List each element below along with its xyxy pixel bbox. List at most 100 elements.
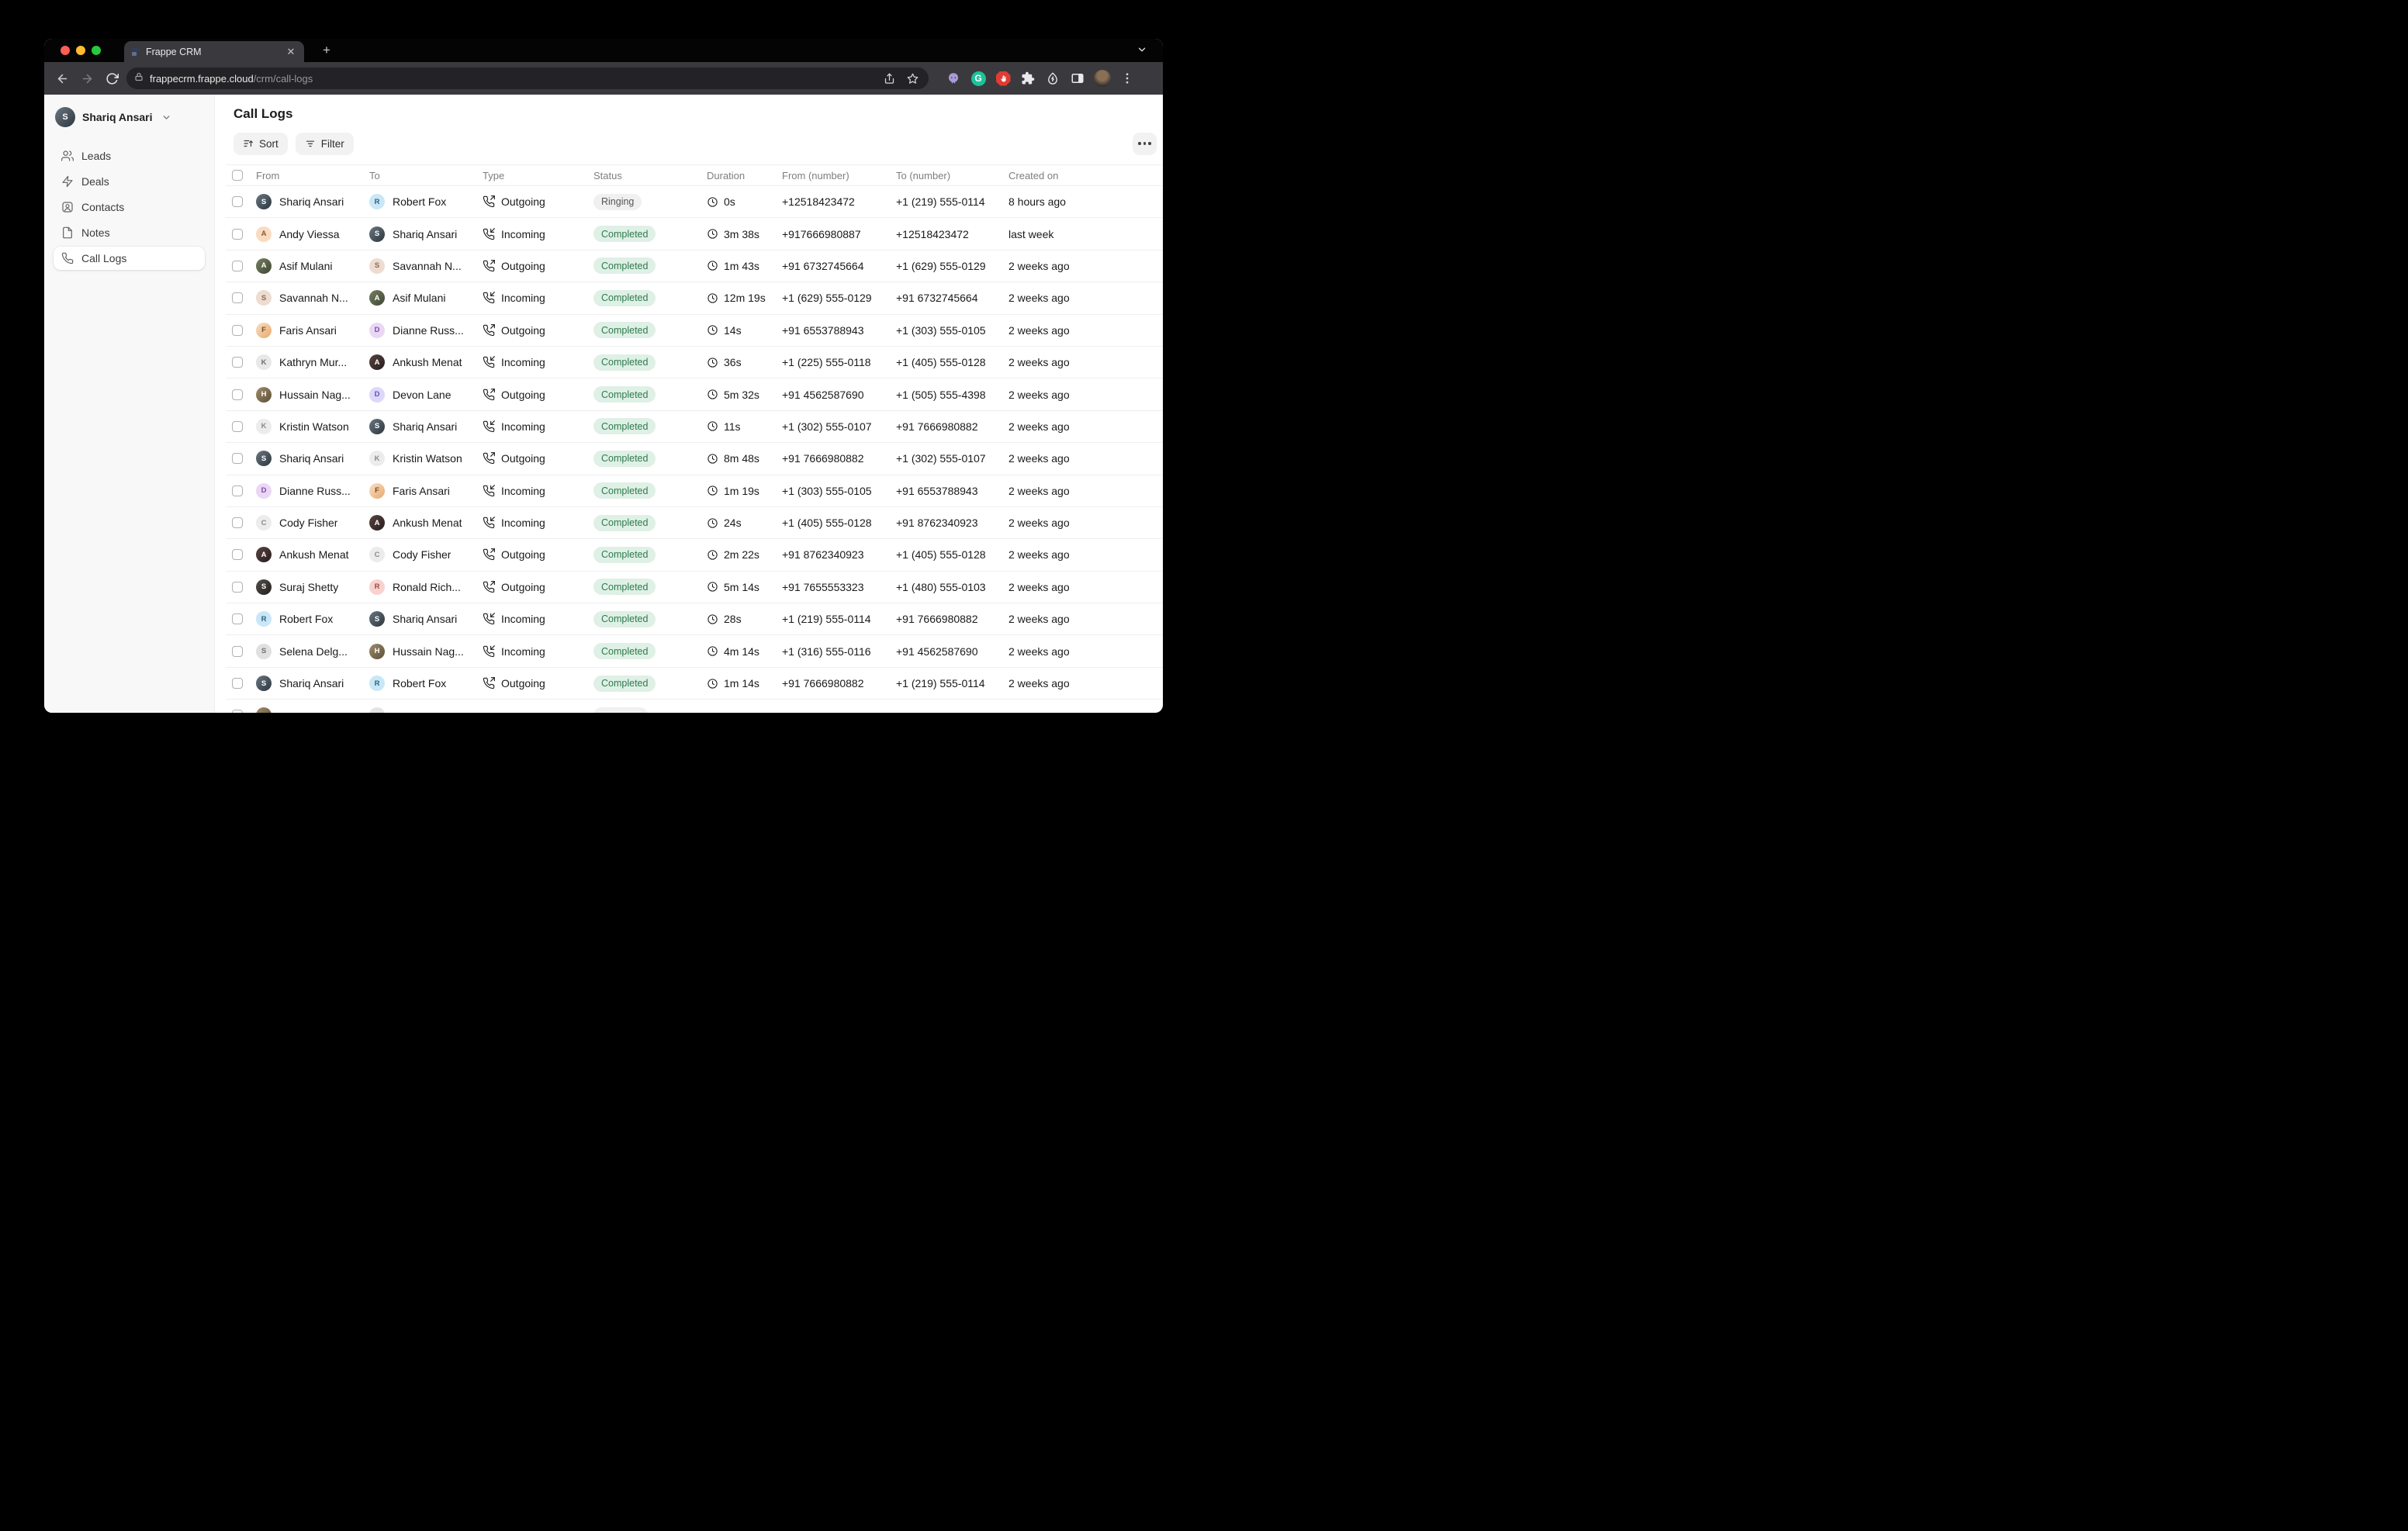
column-header-type[interactable]: Type bbox=[483, 170, 593, 181]
row-checkbox[interactable] bbox=[232, 196, 243, 207]
to-name: Robert Fox bbox=[393, 195, 446, 208]
row-checkbox[interactable] bbox=[232, 582, 243, 593]
row-checkbox[interactable] bbox=[232, 613, 243, 624]
column-header-created-on[interactable]: Created on bbox=[1009, 170, 1163, 181]
table-row[interactable]: KKristin Watson SShariq Ansari Incoming … bbox=[226, 411, 1163, 443]
sort-button[interactable]: Sort bbox=[234, 133, 288, 155]
row-checkbox[interactable] bbox=[232, 678, 243, 689]
call-type: Outgoing bbox=[501, 548, 545, 561]
table-row[interactable]: AAsif Mulani SSavannah N... Outgoing Com… bbox=[226, 251, 1163, 282]
table-row[interactable]: RRobert Fox SShariq Ansari Incoming Comp… bbox=[226, 603, 1163, 635]
to-avatar: S bbox=[369, 419, 385, 434]
table-row[interactable]: SSavannah N... AAsif Mulani Incoming Com… bbox=[226, 282, 1163, 314]
user-menu[interactable]: S Shariq Ansari bbox=[54, 105, 205, 129]
created-on: last week bbox=[1009, 228, 1163, 240]
user-avatar: S bbox=[55, 107, 75, 127]
table-row[interactable]: SShariq Ansari KKristin Watson Outgoing … bbox=[226, 443, 1163, 475]
column-header-duration[interactable]: Duration bbox=[707, 170, 782, 181]
extensions-puzzle-icon[interactable] bbox=[1019, 69, 1037, 88]
to-avatar: S bbox=[369, 258, 385, 274]
from-name: Asif Mulani bbox=[279, 260, 332, 272]
table-row[interactable]: SSelena Delg... HHussain Nag... Incoming… bbox=[226, 635, 1163, 667]
browser-tab[interactable]: Frappe CRM ✕ bbox=[124, 41, 304, 62]
adblock-extension-icon[interactable] bbox=[994, 69, 1012, 88]
row-checkbox[interactable] bbox=[232, 389, 243, 400]
row-checkbox[interactable] bbox=[232, 453, 243, 464]
row-checkbox[interactable] bbox=[232, 261, 243, 271]
bookmark-star-icon[interactable] bbox=[904, 70, 921, 87]
energy-leaf-icon[interactable] bbox=[1043, 69, 1062, 88]
to-avatar: R bbox=[369, 676, 385, 691]
github-extension-icon[interactable] bbox=[944, 69, 963, 88]
sidebar-item-notes[interactable]: Notes bbox=[54, 221, 205, 244]
filter-button[interactable]: Filter bbox=[296, 133, 354, 155]
created-on: 2 weeks ago bbox=[1009, 485, 1163, 497]
grammarly-extension-icon[interactable]: G bbox=[969, 69, 988, 88]
sidebar-item-contacts[interactable]: Contacts bbox=[54, 195, 205, 219]
row-checkbox[interactable] bbox=[232, 421, 243, 432]
row-checkbox[interactable] bbox=[232, 292, 243, 303]
table-row[interactable]: DDianne Russ... FFaris Ansari Incoming C… bbox=[226, 475, 1163, 507]
phone-incoming-icon bbox=[483, 356, 495, 368]
table-row[interactable]: AAnkush Menat CCody Fisher Outgoing Comp… bbox=[226, 539, 1163, 571]
row-checkbox[interactable] bbox=[232, 357, 243, 368]
phone-incoming-icon bbox=[483, 292, 495, 304]
clock-icon bbox=[707, 260, 718, 271]
tab-close-icon[interactable]: ✕ bbox=[285, 46, 297, 58]
column-header-from[interactable]: From bbox=[256, 170, 369, 181]
address-bar[interactable]: frappecrm.frappe.cloud/crm/call-logs bbox=[126, 67, 929, 89]
row-checkbox[interactable] bbox=[232, 549, 243, 560]
created-on: 2 weeks ago bbox=[1009, 260, 1163, 272]
table-row[interactable]: SShariq Ansari RRobert Fox Outgoing Ring… bbox=[226, 186, 1163, 218]
share-icon[interactable] bbox=[881, 70, 898, 87]
table-row[interactable]: SSuraj Shetty RRonald Rich... Outgoing C… bbox=[226, 572, 1163, 603]
to-name: Faris Ansari bbox=[393, 485, 450, 497]
more-options-button[interactable] bbox=[1133, 133, 1157, 155]
minimize-window-button[interactable] bbox=[76, 46, 85, 55]
to-name: Dianne Russ... bbox=[393, 324, 464, 337]
call-type: Incoming bbox=[501, 356, 545, 368]
duration: 4m 14s bbox=[724, 645, 759, 658]
column-header-status[interactable]: Status bbox=[593, 170, 707, 181]
row-checkbox[interactable] bbox=[232, 517, 243, 528]
select-all-checkbox[interactable] bbox=[232, 170, 243, 181]
to-number: +1 (405) 555-0128 bbox=[896, 356, 1009, 368]
row-checkbox[interactable] bbox=[232, 486, 243, 496]
column-header-to-number[interactable]: To (number) bbox=[896, 170, 1009, 181]
sidebar-toggle-icon[interactable] bbox=[1068, 69, 1087, 88]
row-checkbox[interactable] bbox=[232, 646, 243, 657]
row-checkbox[interactable] bbox=[232, 229, 243, 240]
zoom-window-button[interactable] bbox=[92, 46, 101, 55]
table-row[interactable]: AAndy Viessa SShariq Ansari Incoming Com… bbox=[226, 218, 1163, 250]
table-row[interactable]: CCody Fisher AAnkush Menat Incoming Comp… bbox=[226, 507, 1163, 539]
table-row[interactable]: KKathryn Mur... AAnkush Menat Incoming C… bbox=[226, 347, 1163, 378]
reload-button[interactable] bbox=[102, 68, 122, 88]
back-button[interactable] bbox=[52, 68, 72, 88]
to-name: Ronald Rich... bbox=[393, 581, 461, 593]
column-header-to[interactable]: To bbox=[369, 170, 483, 181]
table-row[interactable]: SShariq Ansari RRobert Fox Outgoing Comp… bbox=[226, 668, 1163, 700]
profile-avatar[interactable] bbox=[1093, 69, 1112, 88]
clock-icon bbox=[707, 228, 718, 240]
table-row[interactable] bbox=[226, 700, 1163, 713]
tabs-chevron-icon[interactable] bbox=[1137, 44, 1147, 59]
sidebar-item-deals[interactable]: Deals bbox=[54, 170, 205, 193]
row-checkbox[interactable] bbox=[232, 710, 243, 713]
to-name: Kristin Watson bbox=[393, 452, 462, 465]
from-avatar: K bbox=[256, 419, 272, 434]
table-row[interactable]: HHussain Nag... DDevon Lane Outgoing Com… bbox=[226, 378, 1163, 410]
sidebar-item-label: Leads bbox=[81, 150, 111, 162]
sidebar-item-call-logs[interactable]: Call Logs bbox=[54, 247, 205, 270]
forward-button[interactable] bbox=[77, 68, 97, 88]
sidebar-item-leads[interactable]: Leads bbox=[54, 144, 205, 168]
table-row[interactable]: FFaris Ansari DDianne Russ... Outgoing C… bbox=[226, 315, 1163, 347]
chevron-down-icon bbox=[161, 112, 171, 123]
menu-kebab-icon[interactable] bbox=[1118, 69, 1137, 88]
new-tab-button[interactable]: + bbox=[317, 41, 336, 60]
from-avatar: C bbox=[256, 515, 272, 530]
status-badge: Completed bbox=[593, 515, 656, 531]
row-checkbox[interactable] bbox=[232, 325, 243, 336]
from-number: +91 6553788943 bbox=[782, 324, 896, 337]
column-header-from-number[interactable]: From (number) bbox=[782, 170, 896, 181]
close-window-button[interactable] bbox=[61, 46, 70, 55]
